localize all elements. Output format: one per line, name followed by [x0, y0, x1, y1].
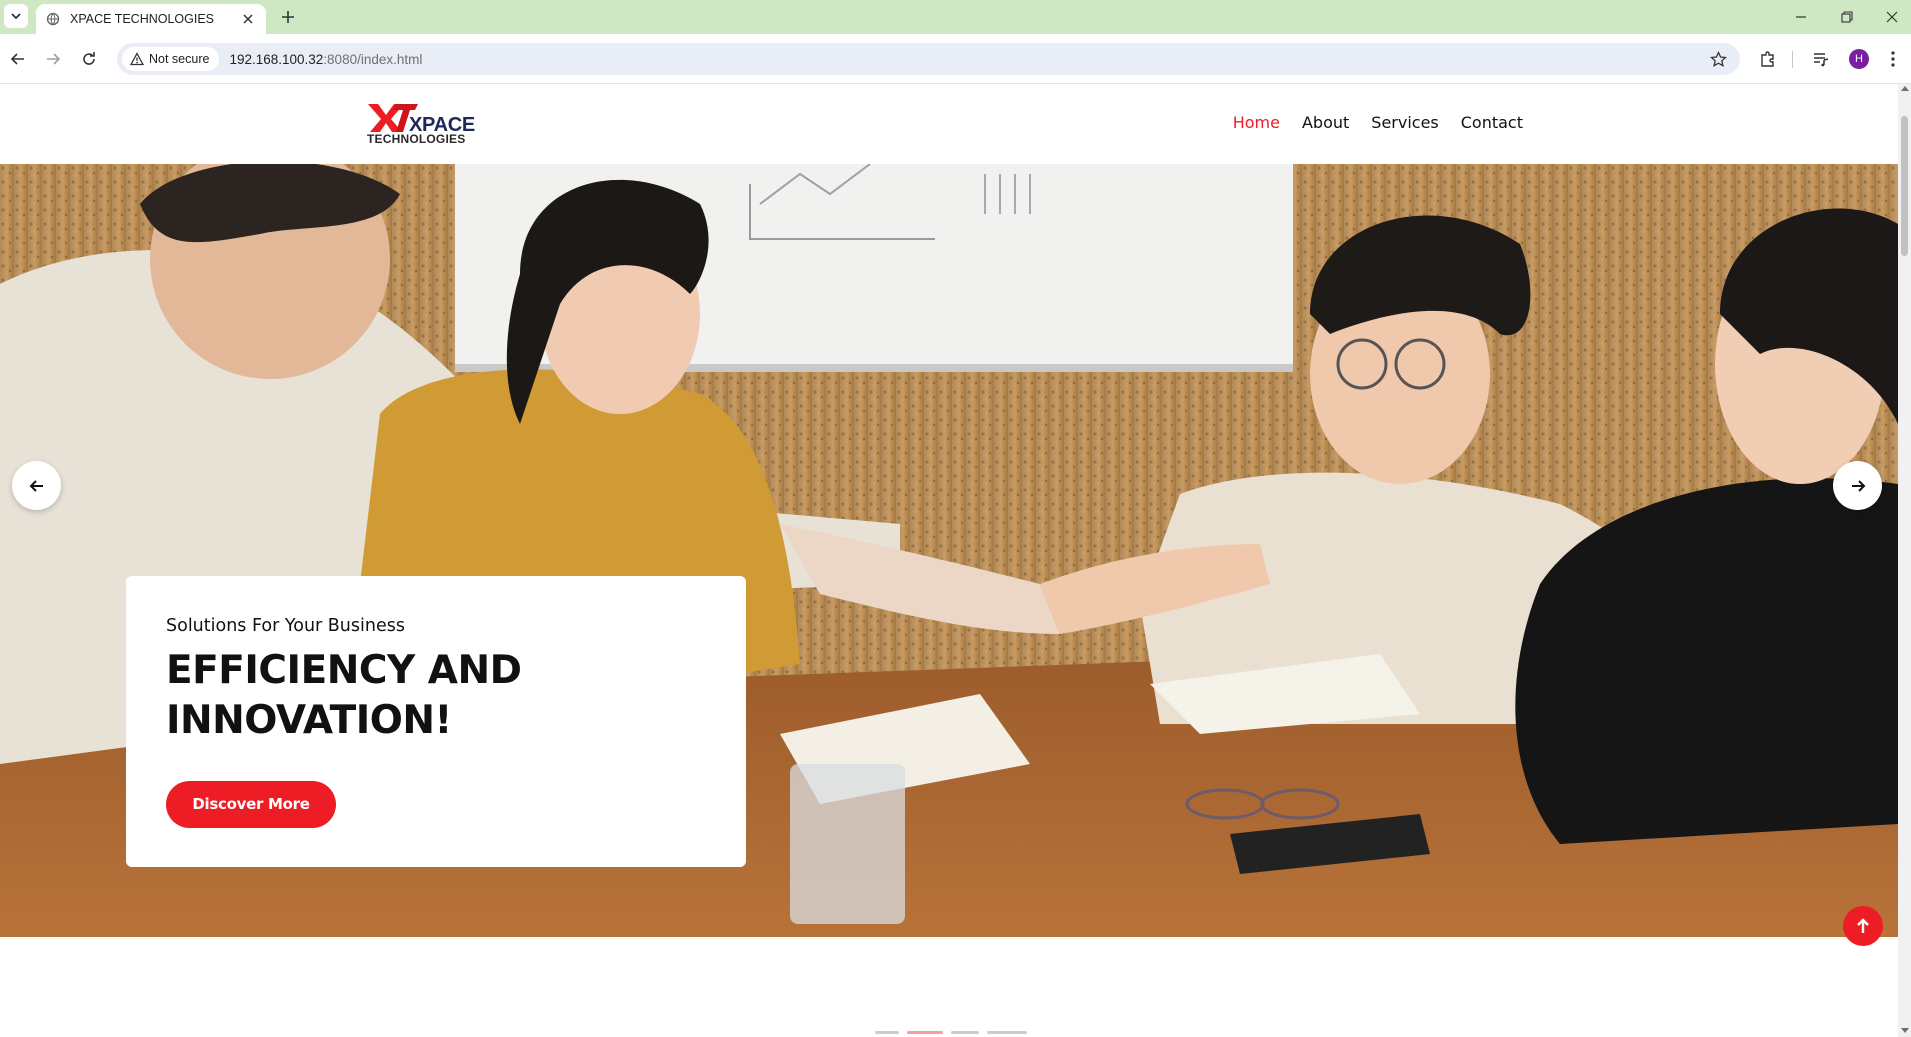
- slider-prev-button[interactable]: [12, 461, 61, 510]
- plus-icon: [282, 11, 294, 23]
- browser-menu-button[interactable]: [1881, 47, 1905, 71]
- hero-caption-card: Solutions For Your Business EFFICIENCY A…: [126, 576, 746, 867]
- arrow-forward-icon: [47, 53, 61, 65]
- new-tab-button[interactable]: [278, 7, 298, 27]
- arrow-up-icon: [1857, 918, 1869, 933]
- site-logo[interactable]: XPACE TECHNOLOGIES: [366, 102, 476, 148]
- page-viewport: XPACE TECHNOLOGIES Home About Services C…: [0, 84, 1898, 1037]
- playlist-icon: [1814, 53, 1829, 67]
- back-button[interactable]: [6, 47, 30, 71]
- tab-title: XPACE TECHNOLOGIES: [70, 12, 215, 26]
- hero-title: EFFICIENCY AND INNOVATION!: [166, 646, 706, 746]
- restore-icon: [1841, 11, 1853, 23]
- logo-tagline: TECHNOLOGIES: [367, 132, 466, 146]
- forward-button[interactable]: [41, 47, 65, 71]
- nav-services[interactable]: Services: [1371, 113, 1438, 132]
- next-section: [0, 937, 1898, 1037]
- restore-button[interactable]: [1836, 6, 1858, 28]
- url-text: 192.168.100.32:8080/index.html: [229, 52, 422, 67]
- browser-tab[interactable]: XPACE TECHNOLOGIES: [36, 4, 266, 34]
- security-label: Not secure: [149, 52, 210, 66]
- hero-subtitle: Solutions For Your Business: [166, 616, 405, 636]
- close-window-button[interactable]: [1881, 6, 1903, 28]
- arrow-back-icon: [10, 53, 24, 65]
- profile-avatar[interactable]: H: [1849, 49, 1869, 69]
- puzzle-icon: [1761, 51, 1774, 67]
- toolbar-separator: [1792, 51, 1793, 68]
- extensions-button[interactable]: [1756, 47, 1780, 71]
- address-bar[interactable]: Not secure 192.168.100.32:8080/index.htm…: [117, 43, 1740, 75]
- globe-icon: [46, 12, 60, 26]
- scrollbar-thumb[interactable]: [1901, 116, 1908, 256]
- arrow-left-icon: [29, 479, 43, 492]
- discover-more-button[interactable]: Discover More: [166, 781, 336, 828]
- warning-icon: [130, 52, 144, 66]
- site-header: XPACE TECHNOLOGIES Home About Services C…: [0, 84, 1898, 164]
- tab-search-button[interactable]: [4, 4, 28, 28]
- url-path: :8080/index.html: [323, 51, 423, 67]
- nav-about[interactable]: About: [1302, 113, 1349, 132]
- arrow-right-icon: [1851, 479, 1865, 492]
- hero-slider: Solutions For Your Business EFFICIENCY A…: [0, 164, 1898, 937]
- more-vertical-icon: [1891, 51, 1895, 67]
- security-chip[interactable]: Not secure: [122, 47, 220, 71]
- slider-next-button[interactable]: [1833, 461, 1882, 510]
- scroll-down-arrow-icon[interactable]: [1901, 1028, 1909, 1033]
- next-section-heading-peek: [875, 1031, 1035, 1037]
- hero-title-line-1: EFFICIENCY AND: [166, 648, 522, 693]
- page-scrollbar[interactable]: [1898, 84, 1911, 1037]
- reload-icon: [83, 52, 95, 65]
- scroll-to-top-button[interactable]: [1843, 906, 1883, 946]
- minimize-icon: [1796, 16, 1806, 18]
- nav-home[interactable]: Home: [1233, 113, 1280, 132]
- media-controls-button[interactable]: [1809, 47, 1833, 71]
- bookmark-star-icon[interactable]: [1708, 49, 1728, 69]
- nav-contact[interactable]: Contact: [1461, 113, 1523, 132]
- close-icon: [1886, 11, 1898, 23]
- main-nav: Home About Services Contact: [1233, 113, 1523, 132]
- close-tab-icon[interactable]: [240, 11, 256, 27]
- scroll-up-arrow-icon[interactable]: [1901, 86, 1909, 91]
- hero-title-line-2: INNOVATION!: [166, 698, 452, 743]
- chevron-down-icon: [11, 13, 21, 20]
- browser-tabstrip: XPACE TECHNOLOGIES: [0, 0, 1911, 34]
- reload-button[interactable]: [77, 47, 101, 71]
- browser-toolbar: Not secure 192.168.100.32:8080/index.htm…: [0, 34, 1911, 84]
- minimize-button[interactable]: [1790, 6, 1812, 28]
- url-host: 192.168.100.32: [229, 51, 324, 67]
